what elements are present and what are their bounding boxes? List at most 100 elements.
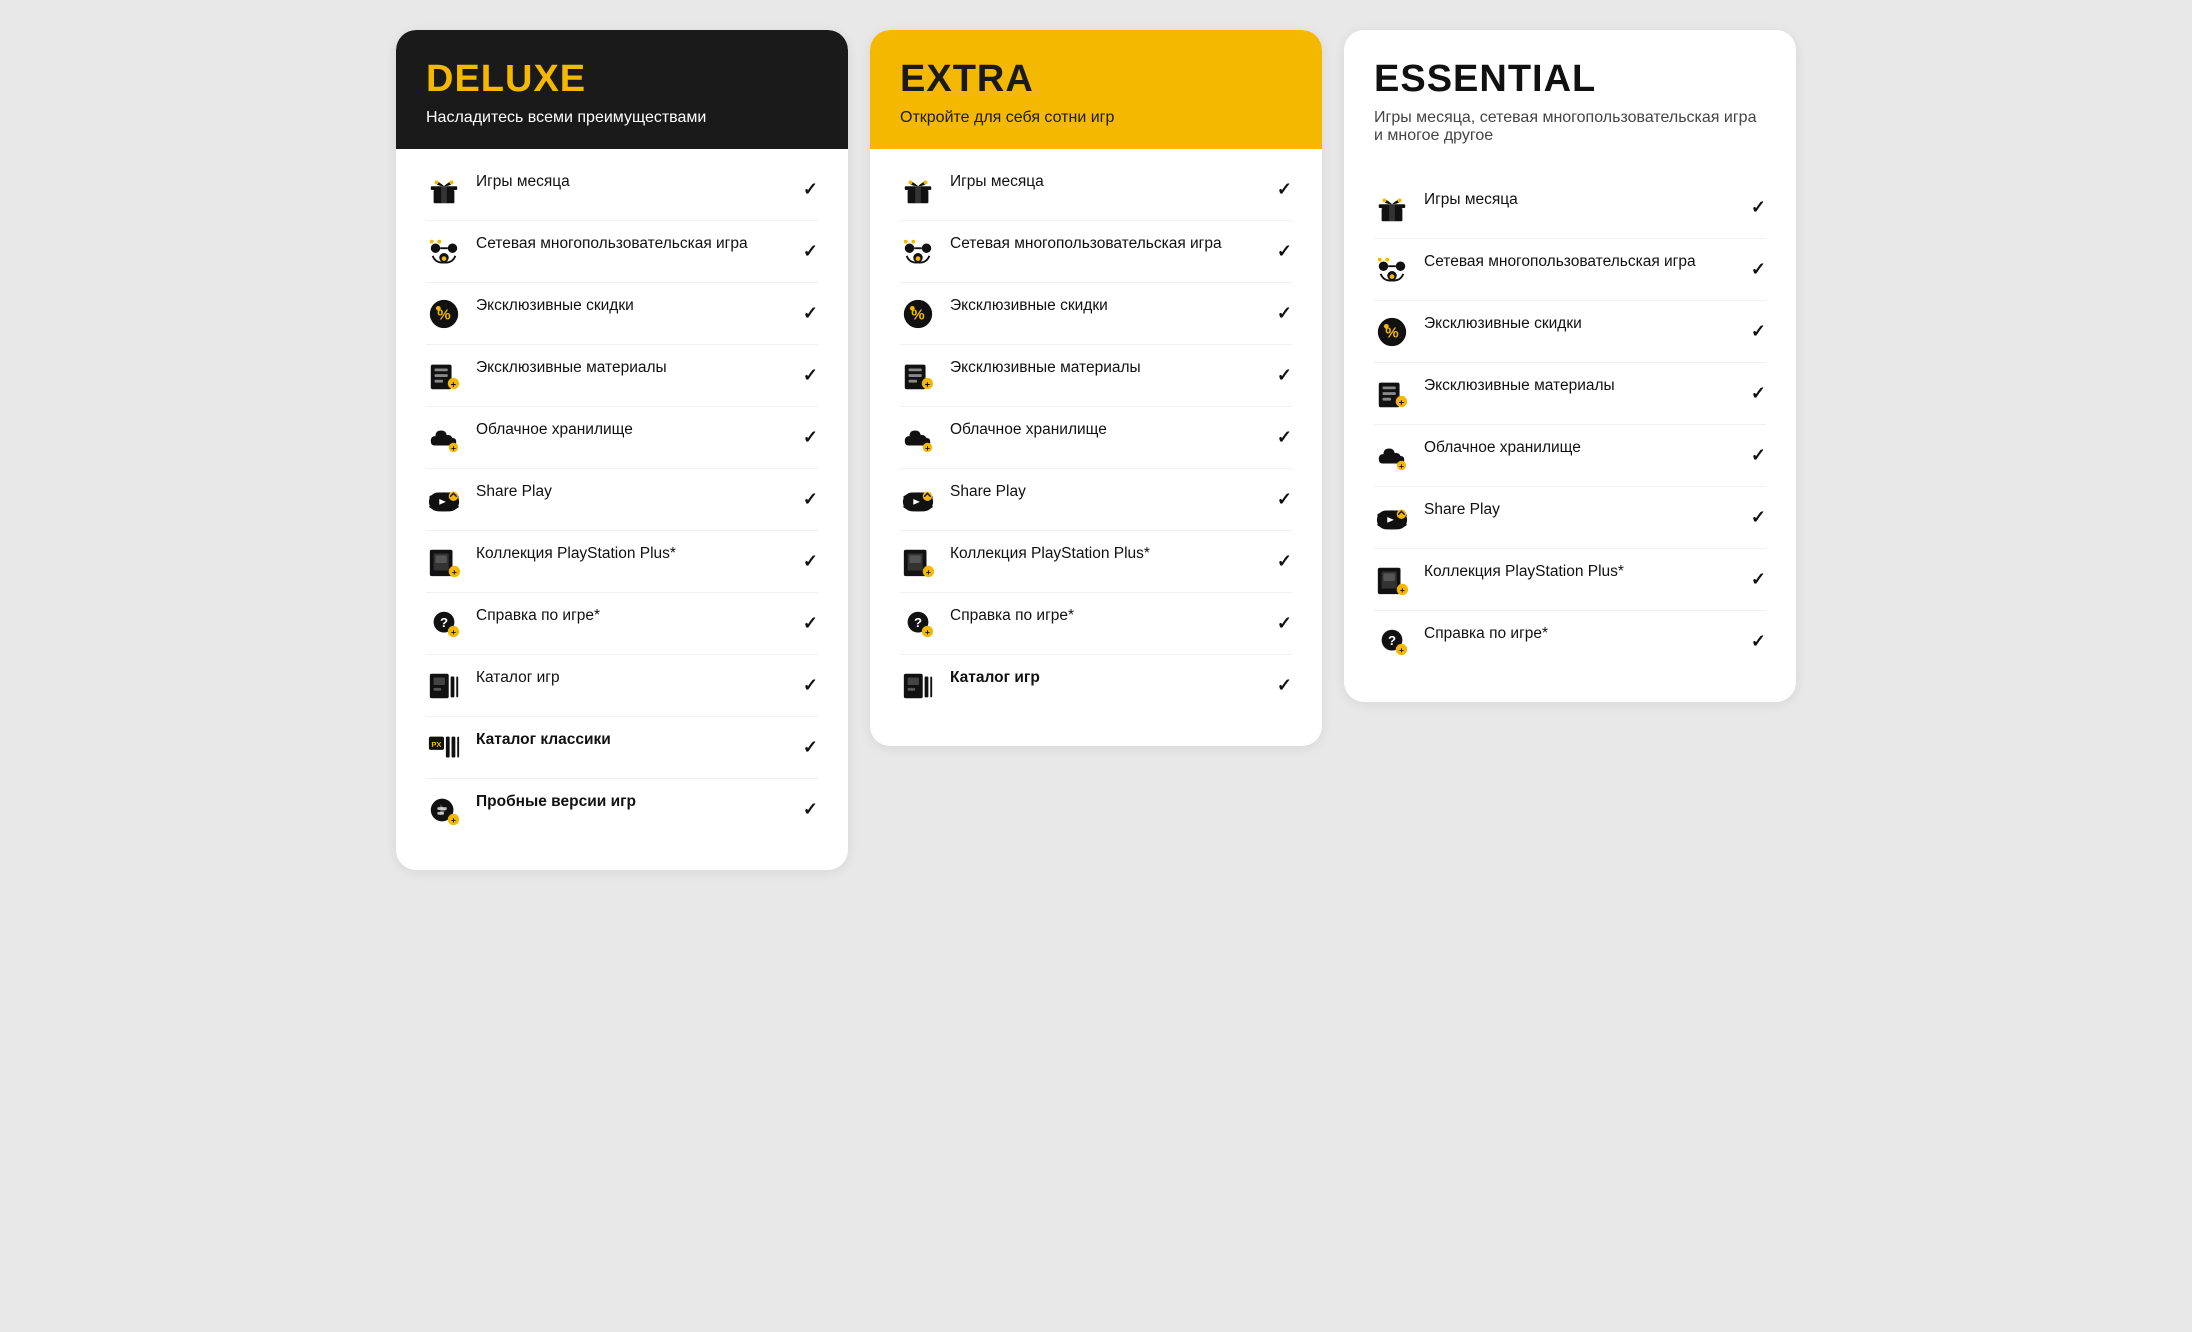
feature-checkmark: ✓: [1277, 551, 1292, 572]
list-item: Каталог игр✓: [426, 655, 818, 717]
share-play-icon: [1374, 501, 1410, 535]
feature-label: Коллекция PlayStation Plus*: [950, 544, 1253, 565]
feature-label: Игры месяца: [1424, 190, 1727, 211]
svg-text:?: ?: [914, 615, 922, 630]
exclusive-content-icon: +: [1374, 377, 1410, 411]
discount-icon: %: [426, 297, 462, 331]
list-item: Игры месяца ✓: [1374, 177, 1766, 239]
list-item: Сетевая многопользовательская игра ✓: [900, 221, 1292, 283]
feature-checkmark: ✓: [1277, 241, 1292, 262]
card-deluxe: DELUXE Насладитесь всеми преимуществами И…: [396, 30, 848, 870]
feature-label: Share Play: [950, 482, 1253, 503]
list-item: Share Play✓: [900, 469, 1292, 531]
card-header-deluxe: DELUXE Насладитесь всеми преимуществами: [396, 30, 848, 149]
feature-checkmark: ✓: [1751, 445, 1766, 466]
list-item: ? + Справка по игре* ✓: [900, 593, 1292, 655]
features-list-deluxe: Игры месяца✓ Сетевая многопользовательск…: [396, 149, 848, 840]
feature-checkmark: ✓: [1751, 197, 1766, 218]
feature-label: Каталог игр: [950, 668, 1253, 689]
feature-checkmark: ✓: [803, 365, 818, 386]
cloud-icon: +: [1374, 439, 1410, 473]
game-help-icon: ? +: [1374, 625, 1410, 659]
svg-text:+: +: [925, 627, 930, 637]
card-subtitle-essential: Игры месяца, сетевая многопользовательск…: [1374, 109, 1766, 145]
network-multiplayer-icon: [1374, 253, 1410, 287]
list-item: Share Play ✓: [426, 469, 818, 531]
list-item: + Коллекция PlayStation Plus* ✓: [1374, 549, 1766, 611]
catalog-icon: [900, 669, 936, 703]
card-header-essential: ESSENTIALИгры месяца, сетевая многопольз…: [1344, 30, 1796, 167]
list-item: Игры месяца✓: [426, 159, 818, 221]
feature-label: Коллекция PlayStation Plus*: [1424, 562, 1727, 583]
features-list-extra: Игры месяца✓ Сетевая многопользовательск…: [870, 149, 1322, 716]
feature-checkmark: ✓: [803, 613, 818, 634]
svg-text:+: +: [1399, 461, 1404, 471]
feature-checkmark: ✓: [803, 241, 818, 262]
list-item: + Коллекция PlayStation Plus* ✓: [900, 531, 1292, 593]
cloud-icon: +: [426, 421, 462, 455]
card-title-deluxe: DELUXE: [426, 58, 818, 101]
svg-text:+: +: [452, 567, 457, 577]
feature-label: Каталог классики: [476, 730, 779, 751]
share-play-icon: [900, 483, 936, 517]
gift-icon: [426, 173, 462, 207]
feature-checkmark: ✓: [1751, 631, 1766, 652]
share-play-icon: [426, 483, 462, 517]
network-multiplayer-icon: [426, 235, 462, 269]
list-item: ? + Справка по игре*✓: [426, 593, 818, 655]
list-item: % Эксклюзивные скидки✓: [1374, 301, 1766, 363]
feature-checkmark: ✓: [1751, 259, 1766, 280]
feature-checkmark: ✓: [803, 737, 818, 758]
svg-text:+: +: [925, 379, 931, 390]
svg-text:+: +: [451, 379, 457, 390]
feature-label: Коллекция PlayStation Plus*: [476, 544, 779, 565]
list-item: + Эксклюзивные материалы ✓: [426, 345, 818, 407]
feature-label: Облачное хранилище: [476, 420, 779, 441]
cloud-icon: +: [900, 421, 936, 455]
feature-label: Эксклюзивные материалы: [476, 358, 779, 379]
feature-label: Игры месяца: [476, 172, 779, 193]
feature-checkmark: ✓: [803, 489, 818, 510]
feature-checkmark: ✓: [1277, 303, 1292, 324]
catalog-icon: [426, 669, 462, 703]
card-extra: EXTRAОткройте для себя сотни игр Игры ме…: [870, 30, 1322, 746]
features-list-essential: Игры месяца ✓ Сетевая многопользовательск…: [1344, 167, 1796, 672]
list-item: ? + Справка по игре*✓: [1374, 611, 1766, 672]
feature-checkmark: ✓: [1277, 675, 1292, 696]
list-item: Каталог игр ✓: [900, 655, 1292, 716]
svg-text:+: +: [1400, 585, 1405, 595]
feature-label: Облачное хранилище: [950, 420, 1253, 441]
feature-checkmark: ✓: [1751, 569, 1766, 590]
svg-text:+: +: [451, 443, 456, 453]
feature-checkmark: ✓: [1277, 179, 1292, 200]
list-item: + Коллекция PlayStation Plus*✓: [426, 531, 818, 593]
list-item: + Облачное хранилище✓: [900, 407, 1292, 469]
feature-label: Эксклюзивные материалы: [950, 358, 1253, 379]
feature-checkmark: ✓: [1277, 365, 1292, 386]
feature-label: Сетевая многопользовательская игра: [950, 234, 1253, 255]
feature-label: Облачное хранилище: [1424, 438, 1727, 459]
feature-label: Share Play: [476, 482, 779, 503]
gift-icon: [900, 173, 936, 207]
svg-text:+: +: [1399, 397, 1405, 408]
feature-label: Эксклюзивные скидки: [950, 296, 1253, 317]
feature-label: Эксклюзивные материалы: [1424, 376, 1727, 397]
feature-checkmark: ✓: [803, 427, 818, 448]
feature-label: Сетевая многопользовательская игра: [476, 234, 779, 255]
list-item: Игры месяца✓: [900, 159, 1292, 221]
feature-label: Справка по игре*: [950, 606, 1253, 627]
feature-label: Пробные версии игр: [476, 792, 779, 813]
list-item: Сетевая многопользовательская игра ✓: [426, 221, 818, 283]
card-subtitle-deluxe: Насладитесь всеми преимуществами: [426, 109, 818, 127]
discount-icon: %: [900, 297, 936, 331]
feature-checkmark: ✓: [1751, 383, 1766, 404]
trial-icon: +: [426, 793, 462, 827]
svg-text:+: +: [926, 567, 931, 577]
ps-collection-icon: +: [1374, 563, 1410, 597]
cards-container: DELUXE Насладитесь всеми преимуществами И…: [396, 30, 1796, 870]
list-item: Сетевая многопользовательская игра✓: [1374, 239, 1766, 301]
feature-checkmark: ✓: [803, 799, 818, 820]
feature-checkmark: ✓: [1277, 613, 1292, 634]
game-help-icon: ? +: [426, 607, 462, 641]
svg-text:?: ?: [440, 615, 448, 630]
